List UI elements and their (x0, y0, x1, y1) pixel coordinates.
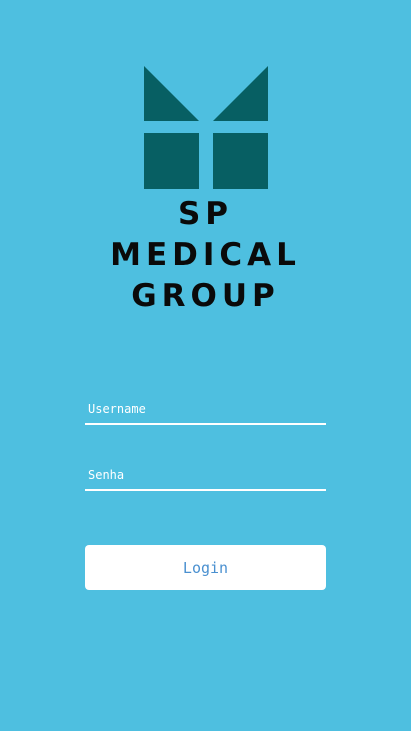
sp-medical-logo-icon (144, 66, 268, 189)
username-input[interactable] (85, 395, 326, 423)
brand-name-line-1: SP (177, 196, 234, 232)
username-field (85, 395, 326, 427)
brand-name-line-2: MEDICAL (110, 237, 301, 273)
brand-name-line-3: GROUP (131, 278, 280, 314)
username-underline (85, 423, 326, 425)
password-input[interactable] (85, 461, 326, 489)
password-underline (85, 489, 326, 491)
login-button[interactable]: Login (85, 545, 326, 590)
password-field (85, 461, 326, 493)
